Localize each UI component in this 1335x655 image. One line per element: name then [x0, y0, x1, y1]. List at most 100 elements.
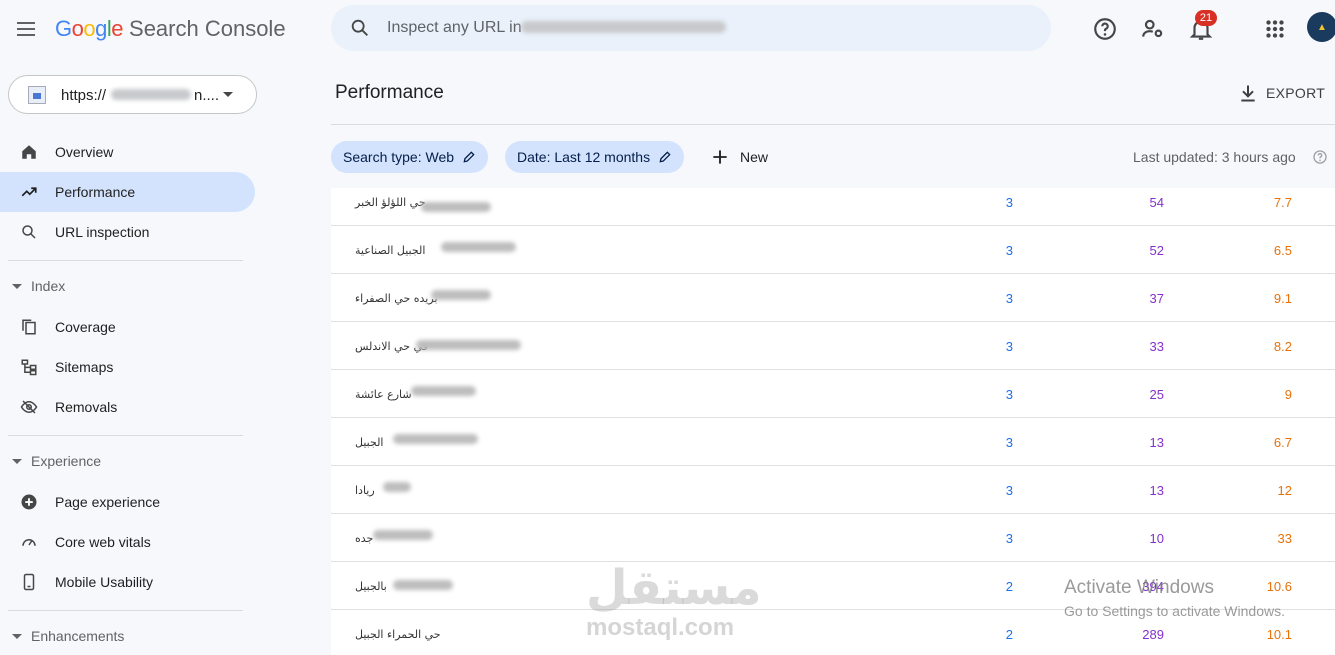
- sidebar-item-sitemaps[interactable]: Sitemaps: [0, 347, 255, 387]
- section-index[interactable]: Index: [0, 271, 255, 301]
- table-row[interactable]: شارع عائشة 3 25 9: [331, 370, 1335, 418]
- sidebar-item-label: Coverage: [55, 319, 116, 335]
- speed-gauge-icon: [22, 539, 36, 546]
- new-filter-button[interactable]: New: [710, 144, 768, 170]
- position-cell: 6.7: [1273, 434, 1292, 450]
- search-icon: [22, 225, 36, 239]
- section-experience[interactable]: Experience: [0, 446, 255, 476]
- activate-title: Activate Windows: [1064, 577, 1214, 598]
- last-updated-text: Last updated: 3 hours ago: [1133, 149, 1296, 165]
- sidebar-item-label: URL inspection: [55, 224, 150, 240]
- table-row[interactable]: الجبيل 3 13 6.7: [331, 418, 1335, 466]
- plus-circle-icon: [21, 494, 37, 510]
- sidebar-item-url-inspection[interactable]: URL inspection: [0, 212, 255, 252]
- position-cell: 12: [1277, 482, 1292, 498]
- export-button[interactable]: EXPORT: [1238, 80, 1325, 106]
- position-cell: 9.1: [1273, 290, 1292, 306]
- chip-label: Date: Last 12 months: [517, 149, 651, 165]
- sidebar-item-overview[interactable]: Overview: [0, 132, 255, 172]
- sidebar-item-label: Mobile Usability: [55, 574, 154, 590]
- table-row[interactable]: الجبيل الصناعية 3 52 6.5: [331, 226, 1335, 274]
- table-row[interactable]: في حي الاندلس 3 33 8.2: [331, 322, 1335, 370]
- sidebar-item-removals[interactable]: Removals: [0, 387, 255, 427]
- search-type-filter-chip[interactable]: Search type: Web: [331, 141, 489, 173]
- table-row[interactable]: ريادا 3 13 12: [331, 466, 1335, 514]
- table-row[interactable]: حي اللؤلؤ الخبر 3 54 7.7: [331, 188, 1335, 226]
- section-title: Experience: [31, 453, 102, 469]
- position-cell: 9: [1284, 386, 1292, 402]
- section-title: Enhancements: [31, 628, 125, 644]
- impressions-cell: 54: [1149, 194, 1164, 210]
- url-inspection-search[interactable]: [331, 5, 1051, 51]
- clicks-cell: 2: [1005, 626, 1013, 642]
- activate-subtitle: Go to Settings to activate Windows.: [1064, 603, 1285, 619]
- sidebar-item-label: Core web vitals: [55, 534, 151, 550]
- query-cell: الجبيل: [355, 435, 384, 449]
- query-cell: حي الحمراء الجبيل: [355, 627, 441, 641]
- sitemap-icon: [21, 359, 37, 376]
- redacted-query: [411, 386, 476, 396]
- table-row[interactable]: بريده حي الصفراء 3 37 9.1: [331, 274, 1335, 322]
- help-icon[interactable]: [1092, 16, 1118, 42]
- edit-pencil-icon: [463, 151, 475, 163]
- sidebar-divider: [8, 435, 243, 436]
- redacted-query: [441, 242, 516, 252]
- position-cell: 33: [1277, 530, 1292, 546]
- position-cell: 6.5: [1273, 242, 1292, 258]
- position-cell: 8.2: [1273, 338, 1292, 354]
- page-title: Performance: [335, 82, 444, 103]
- sidebar-divider: [8, 260, 243, 261]
- apps-grid-icon[interactable]: [1262, 16, 1288, 42]
- edit-pencil-icon: [659, 151, 671, 163]
- redacted-query: [393, 580, 453, 590]
- query-cell: شارع عائشة: [355, 387, 412, 401]
- property-url: https://: [61, 87, 107, 104]
- top-app-bar: Google Search Console 21 ▲: [0, 0, 1335, 60]
- sidebar-item-label: Page experience: [55, 494, 161, 510]
- section-enhancements[interactable]: Enhancements: [0, 621, 255, 651]
- clicks-cell: 2: [1005, 578, 1013, 594]
- account-avatar[interactable]: ▲: [1307, 12, 1335, 42]
- sidebar-item-core-web-vitals[interactable]: Core web vitals: [0, 522, 255, 562]
- redacted-url: [521, 21, 726, 33]
- manage-users-icon[interactable]: [1140, 16, 1166, 42]
- chevron-down-icon: [223, 92, 233, 97]
- property-favicon-icon: [28, 86, 46, 104]
- clicks-cell: 3: [1005, 194, 1013, 210]
- sidebar-item-label: Removals: [55, 399, 118, 415]
- section-title: Index: [31, 278, 66, 294]
- property-selector[interactable]: https:// n....: [8, 75, 257, 114]
- header-divider: [331, 124, 1335, 125]
- query-cell: جده: [355, 531, 374, 545]
- collapse-arrow-icon: [12, 458, 22, 464]
- impressions-cell: 25: [1149, 386, 1164, 402]
- trending-up-icon: [21, 187, 37, 197]
- home-icon: [22, 145, 36, 159]
- sidebar-item-performance[interactable]: Performance: [0, 172, 255, 212]
- search-icon: [351, 19, 368, 36]
- clicks-cell: 3: [1005, 386, 1013, 402]
- sidebar-item-label: Sitemaps: [55, 359, 114, 375]
- date-filter-chip[interactable]: Date: Last 12 months: [505, 141, 685, 173]
- product-name: Search Console: [129, 16, 286, 41]
- sidebar-item-coverage[interactable]: Coverage: [0, 307, 255, 347]
- impressions-cell: 10: [1149, 530, 1164, 546]
- query-cell: حي اللؤلؤ الخبر: [355, 195, 426, 209]
- mostaql-watermark-site: mostaql.com: [586, 614, 735, 641]
- product-logo[interactable]: Google Search Console: [55, 16, 286, 42]
- clicks-cell: 3: [1005, 242, 1013, 258]
- redacted-query: [393, 434, 478, 444]
- sidebar-item-page-experience[interactable]: Page experience: [0, 482, 255, 522]
- clicks-cell: 3: [1005, 482, 1013, 498]
- help-icon[interactable]: [1312, 149, 1328, 165]
- menu-icon[interactable]: [14, 16, 40, 42]
- sidebar-item-mobile-usability[interactable]: Mobile Usability: [0, 562, 255, 602]
- sidebar-item-label: Performance: [55, 184, 136, 200]
- property-suffix: n....: [194, 87, 220, 104]
- clicks-cell: 3: [1005, 434, 1013, 450]
- impressions-cell: 13: [1149, 434, 1164, 450]
- collapse-arrow-icon: [12, 633, 22, 639]
- table-row[interactable]: جده 3 10 33: [331, 514, 1335, 562]
- download-icon: [1241, 85, 1255, 102]
- position-cell: 7.7: [1273, 194, 1292, 210]
